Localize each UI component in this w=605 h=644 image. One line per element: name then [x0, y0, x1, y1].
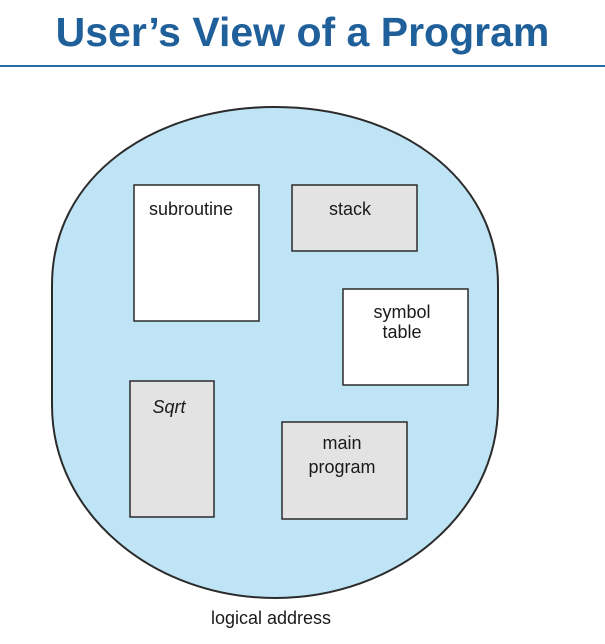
- segment-stack-label: stack: [329, 199, 372, 219]
- segment-stack: stack: [291, 184, 418, 252]
- segment-sqrt: Sqrt: [129, 380, 215, 518]
- segment-subroutine: subroutine: [133, 184, 260, 322]
- segment-subroutine-label: subroutine: [149, 199, 233, 219]
- diagram-caption: logical address: [211, 608, 331, 628]
- segment-sqrt-label: Sqrt: [152, 397, 186, 417]
- segment-symbol-table-label-line2: table: [382, 322, 421, 342]
- segment-main-program: main program: [281, 421, 408, 520]
- segment-main-program-label-line1: main: [322, 433, 361, 453]
- segment-symbol-table: symbol table: [342, 288, 469, 386]
- logical-address-space-diagram: subroutine stack symbol table Sqrt main …: [51, 105, 499, 628]
- segment-symbol-table-label-line1: symbol: [373, 302, 430, 322]
- segment-main-program-label-line2: program: [308, 457, 375, 477]
